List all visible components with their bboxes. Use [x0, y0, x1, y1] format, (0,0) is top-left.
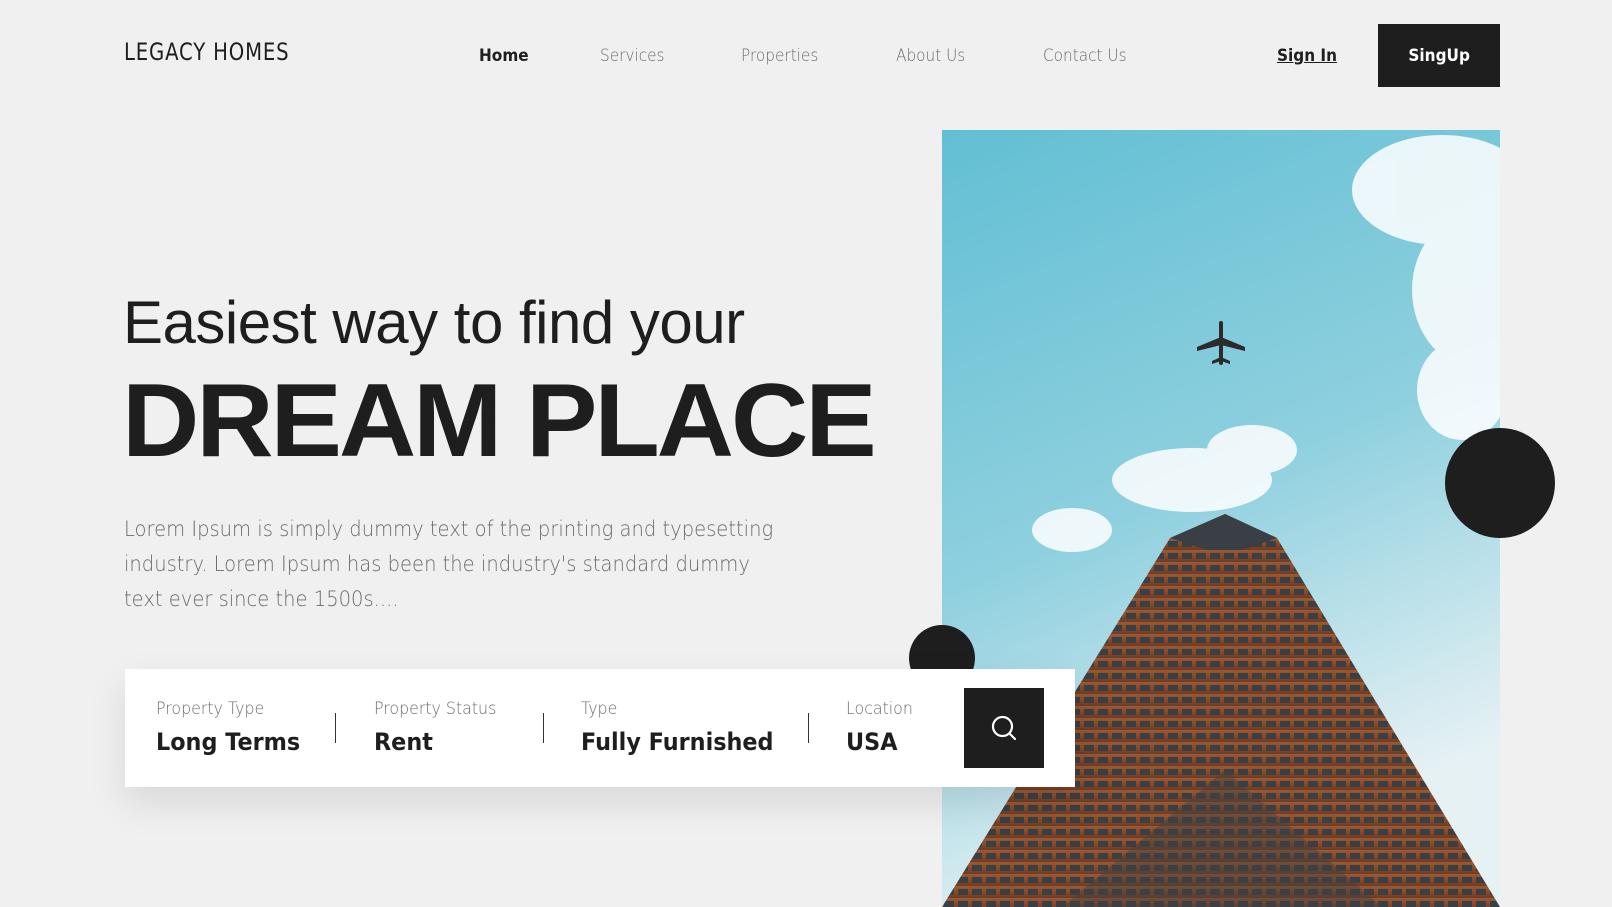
hero-headline-line2: DREAM PLACE [122, 363, 877, 479]
divider [808, 713, 809, 743]
sign-in-link[interactable]: Sign In [1277, 46, 1337, 66]
nav-about-us[interactable]: About Us [896, 46, 965, 66]
location-label: Location [846, 699, 913, 719]
nav-services[interactable]: Services [600, 46, 665, 66]
nav-home[interactable]: Home [479, 46, 529, 66]
property-status-field[interactable]: Property Status Rent [374, 699, 506, 756]
property-type-label: Property Type [156, 699, 265, 719]
decorative-circle-large [1445, 428, 1555, 538]
nav-properties[interactable]: Properties [741, 46, 818, 66]
nav-contact-us[interactable]: Contact Us [1043, 46, 1127, 66]
sign-up-button[interactable]: SingUp [1378, 24, 1500, 87]
property-status-value: Rent [374, 728, 433, 756]
sign-up-label: SingUp [1408, 45, 1470, 66]
type-value: Fully Furnished [581, 728, 774, 756]
property-search-bar: Property Type Long Terms Property Status… [125, 669, 1075, 787]
hero-building-image [942, 130, 1500, 907]
divider [335, 713, 336, 743]
property-type-value: Long Terms [156, 728, 301, 756]
hero-description: Lorem Ipsum is simply dummy text of the … [124, 517, 774, 611]
property-type-field[interactable]: Property Type Long Terms [156, 699, 311, 756]
hero-headline-line1: Easiest way to find your [123, 289, 745, 356]
type-field[interactable]: Type Fully Furnished [581, 699, 788, 756]
search-button[interactable] [964, 688, 1044, 768]
logo[interactable]: LEGACY HOMES [124, 38, 289, 66]
type-label: Type [581, 699, 618, 719]
property-status-label: Property Status [374, 699, 497, 719]
divider [543, 713, 544, 743]
location-value: USA [846, 728, 898, 756]
search-icon [991, 715, 1017, 741]
location-field[interactable]: Location USA [846, 699, 918, 756]
